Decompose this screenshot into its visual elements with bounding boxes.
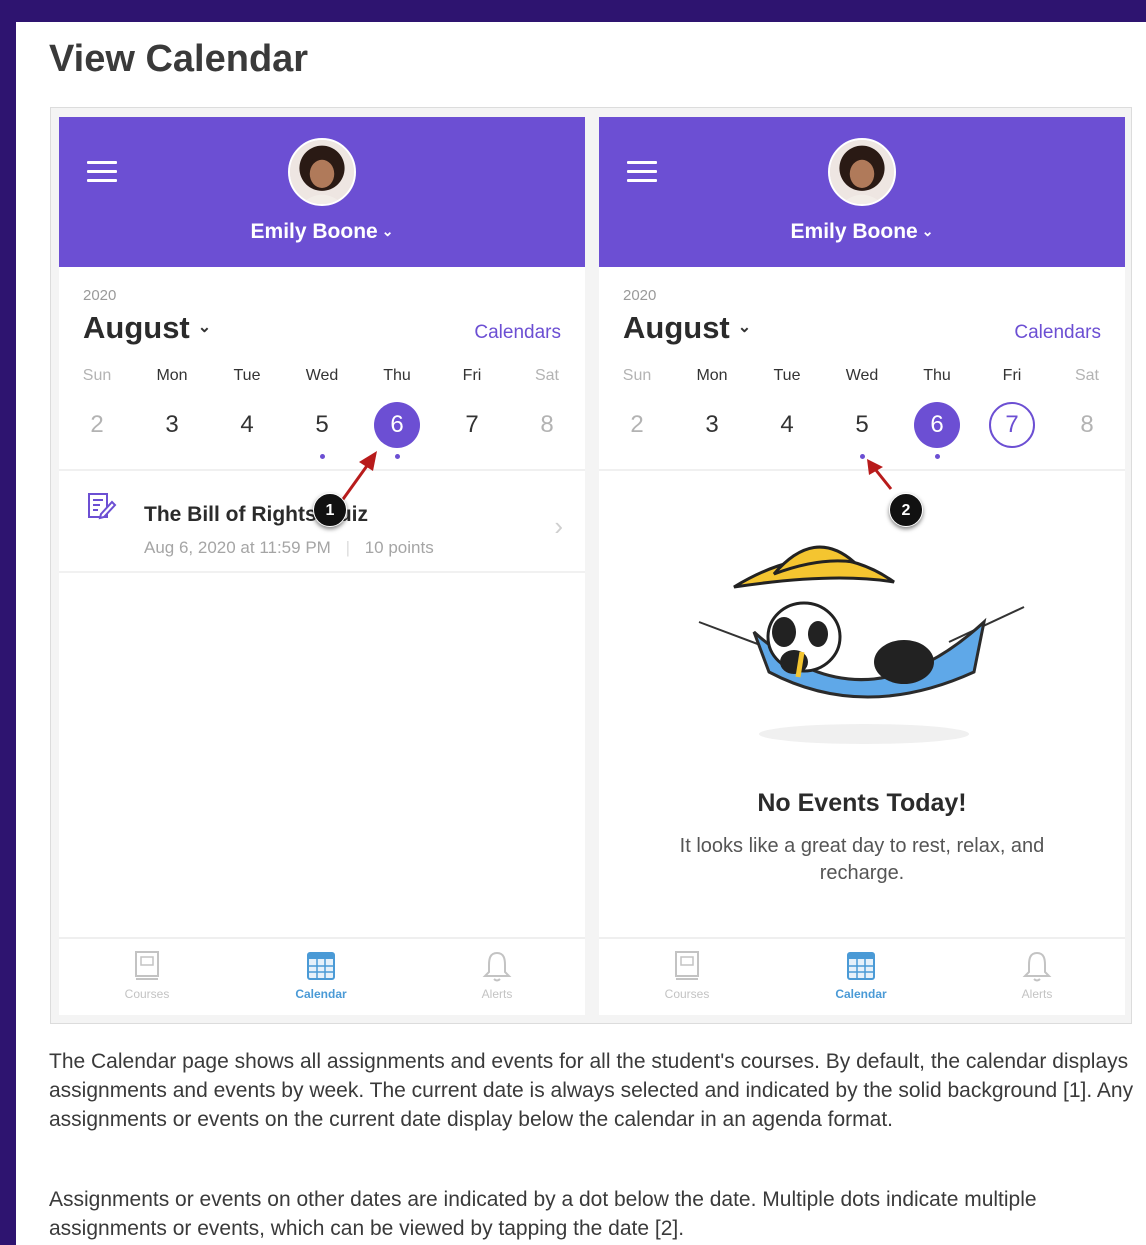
weekday-row: Sun Mon Tue Wed Thu Fri Sat: [59, 367, 585, 391]
tab-calendar[interactable]: Calendar: [806, 949, 916, 1001]
phone-screen-right: Emily Boone ⌄ 2020 August ⌄ Calendars Sun …: [599, 117, 1125, 1015]
date-cell[interactable]: 4: [224, 402, 270, 448]
chevron-down-icon: ⌄: [197, 319, 212, 336]
date-cell[interactable]: 7: [449, 402, 495, 448]
date-cell[interactable]: 8: [524, 402, 570, 448]
empty-state-message: It looks like a great day to rest, relax…: [679, 835, 1045, 884]
tab-calendar[interactable]: Calendar: [266, 949, 376, 1001]
weekday-sat: Sat: [534, 367, 559, 384]
date-cell[interactable]: 2: [614, 402, 660, 448]
tab-bar: Courses Calendar Alerts: [59, 937, 585, 1015]
weekday-wed: Wed: [305, 367, 339, 384]
date-cell[interactable]: 5: [299, 402, 345, 448]
annotation-badge: 1: [313, 493, 347, 527]
panda-hammock-illustration: [698, 545, 1025, 744]
event-dot: [320, 454, 325, 459]
avatar[interactable]: [828, 138, 896, 206]
bell-icon: [1022, 951, 1052, 982]
date-cell[interactable]: 8: [1064, 402, 1110, 448]
tab-label: Courses: [664, 987, 710, 1001]
month-selector[interactable]: August ⌄: [623, 310, 751, 346]
hamburger-icon[interactable]: [627, 161, 657, 185]
hamburger-icon[interactable]: [87, 161, 117, 185]
page-title: View Calendar: [49, 38, 309, 80]
user-name: Emily Boone: [790, 220, 918, 243]
calendar-icon: [307, 952, 335, 980]
tab-label: Courses: [124, 987, 170, 1001]
weekday-tue: Tue: [233, 367, 261, 384]
month-label: August: [83, 310, 190, 345]
empty-state-title: No Events Today!: [757, 789, 967, 817]
avatar[interactable]: [288, 138, 356, 206]
tab-alerts[interactable]: Alerts: [442, 949, 552, 1001]
date-row: 2 3 4 5 6 7 8: [599, 402, 1125, 459]
event-dot: [860, 454, 865, 459]
calendars-link[interactable]: Calendars: [1014, 322, 1101, 344]
date-cell[interactable]: 3: [149, 402, 195, 448]
weekday-sat: Sat: [1074, 367, 1099, 384]
weekday-fri: Fri: [462, 367, 482, 384]
weekday-sun: Sun: [82, 367, 112, 384]
divider: [59, 469, 585, 471]
user-name-dropdown[interactable]: Emily Boone ⌄: [599, 220, 1125, 244]
date-cell[interactable]: 3: [689, 402, 735, 448]
phone-screen-left: Emily Boone ⌄ 2020 August ⌄ Calendars Sun …: [59, 117, 585, 1015]
event-date: Aug 6, 2020 at 11:59 PM: [144, 538, 331, 557]
date-cell-selected[interactable]: 6: [374, 402, 420, 448]
meta-separator: |: [345, 538, 350, 557]
date-cell[interactable]: 4: [764, 402, 810, 448]
bell-icon: [482, 951, 512, 982]
event-points: 10 points: [364, 538, 434, 557]
user-name-dropdown[interactable]: Emily Boone ⌄: [59, 220, 585, 244]
chevron-down-icon: ⌄: [921, 223, 934, 239]
tab-courses[interactable]: Courses: [632, 949, 742, 1001]
date-row: 2 3 4 5 6 7 8: [59, 402, 585, 459]
date-cell-today[interactable]: 6: [914, 402, 960, 448]
divider: [599, 469, 1125, 471]
chevron-down-icon: ⌄: [381, 223, 394, 239]
quiz-icon: [88, 493, 117, 520]
user-name: Emily Boone: [250, 220, 378, 243]
weekday-tue: Tue: [773, 367, 801, 384]
weekday-sun: Sun: [622, 367, 652, 384]
date-cell[interactable]: 5: [839, 402, 885, 448]
app-header: Emily Boone ⌄: [59, 117, 585, 267]
weekday-thu: Thu: [383, 367, 411, 384]
calendar-year: 2020: [83, 287, 117, 304]
tab-alerts[interactable]: Alerts: [982, 949, 1092, 1001]
date-cell[interactable]: 2: [74, 402, 120, 448]
tab-courses[interactable]: Courses: [92, 949, 202, 1001]
weekday-mon: Mon: [156, 367, 188, 384]
page: View Calendar Emily Boone ⌄ 2020 August …: [16, 22, 1146, 1245]
tab-bar: Courses Calendar Alerts: [599, 937, 1125, 1015]
weekday-fri: Fri: [1002, 367, 1022, 384]
courses-icon: [675, 951, 699, 980]
event-meta: Aug 6, 2020 at 11:59 PM | 10 points: [144, 538, 434, 558]
calendar-year: 2020: [623, 287, 657, 304]
tab-label: Alerts: [1021, 987, 1053, 1001]
event-dot: [395, 454, 400, 459]
month-selector[interactable]: August ⌄: [83, 310, 211, 346]
weekday-wed: Wed: [845, 367, 879, 384]
month-label: August: [623, 310, 730, 345]
description-paragraph: The Calendar page shows all assignments …: [49, 1050, 1134, 1131]
weekday-thu: Thu: [923, 367, 951, 384]
chevron-down-icon: ⌄: [737, 319, 752, 336]
courses-icon: [135, 951, 159, 980]
app-header: Emily Boone ⌄: [599, 117, 1125, 267]
weekday-row: Sun Mon Tue Wed Thu Fri Sat: [599, 367, 1125, 391]
date-cell-selected[interactable]: 7: [989, 402, 1035, 448]
tab-label: Calendar: [295, 987, 347, 1001]
weekday-mon: Mon: [696, 367, 728, 384]
event-dot: [935, 454, 940, 459]
tab-label: Alerts: [481, 987, 513, 1001]
screenshot-frame: Emily Boone ⌄ 2020 August ⌄ Calendars Sun …: [50, 107, 1132, 1024]
calendar-icon: [847, 952, 875, 980]
description-paragraph: Assignments or events on other dates are…: [49, 1188, 1037, 1240]
tab-label: Calendar: [835, 987, 887, 1001]
calendars-link[interactable]: Calendars: [474, 322, 561, 344]
chevron-right-icon: ›: [554, 511, 563, 541]
